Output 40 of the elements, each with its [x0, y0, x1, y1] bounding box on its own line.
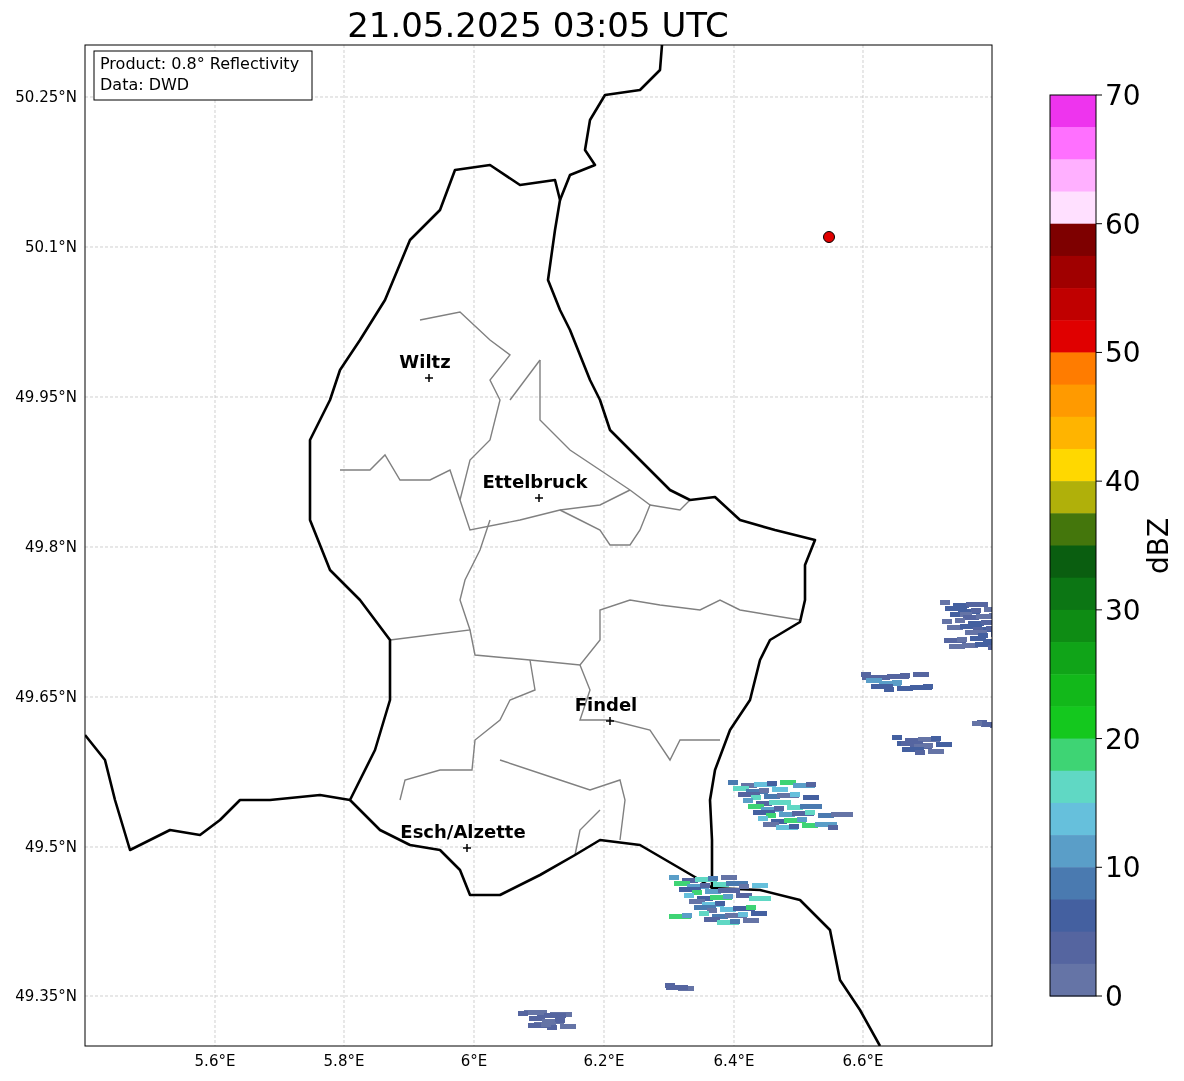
city-label: Ettelbruck [482, 471, 588, 492]
city-label: Wiltz [399, 351, 451, 372]
axis-tick-label: 6°E [460, 1052, 488, 1070]
city-label: Esch/Alzette [400, 821, 526, 842]
plot-title: 21.05.2025 03:05 UTC [347, 5, 729, 45]
radar-site-marker [823, 231, 835, 243]
colorbar-tick-label: 30 [1105, 593, 1141, 627]
info-text: Data: DWD [100, 75, 190, 94]
radar-echo [861, 672, 933, 692]
city-marker-icon [424, 373, 434, 383]
radar-echo [940, 600, 992, 650]
colorbar-tick-label: 70 [1105, 79, 1141, 112]
city-marker-icon [605, 716, 615, 726]
city-marker-icon [462, 843, 472, 853]
colorbar-tick-label: 60 [1105, 207, 1141, 241]
colorbar-tick-label: 10 [1105, 851, 1141, 885]
axis-tick-label: 49.95°N [15, 388, 77, 406]
axis-tick-label: 6.2°E [583, 1052, 625, 1070]
axis-tick-label: 6.6°E [842, 1052, 884, 1070]
axis-tick-label: 49.8°N [24, 538, 77, 556]
city-label: Findel [574, 694, 638, 715]
radar-echo [518, 1010, 576, 1030]
axis-tick-label: 50.25°N [15, 88, 77, 106]
radar-echo [972, 720, 992, 728]
axis-tick-label: 49.65°N [15, 688, 77, 706]
axis-tick-label: 49.35°N [15, 987, 77, 1005]
axis-tick-label: 5.6°E [194, 1052, 236, 1070]
colorbar-tick-label: 40 [1105, 465, 1141, 499]
axis-tick-label: 49.5°N [24, 838, 77, 856]
axis-tick-label: 5.8°E [323, 1052, 365, 1070]
axis-tick-label: 50.1°N [24, 238, 77, 256]
radar-echo [665, 983, 694, 991]
colorbar-label: dBZ [1142, 517, 1175, 575]
colorbar-tick-label: 0 [1105, 980, 1123, 1013]
colorbar-tick-label: 20 [1105, 722, 1141, 756]
colorbar-tick-label: 50 [1105, 336, 1141, 370]
info-text: Product: 0.8° Reflectivity [100, 54, 300, 73]
axis-tick-label: 6.4°E [713, 1052, 755, 1070]
city-marker-icon [534, 493, 544, 503]
radar-echo [892, 735, 952, 755]
